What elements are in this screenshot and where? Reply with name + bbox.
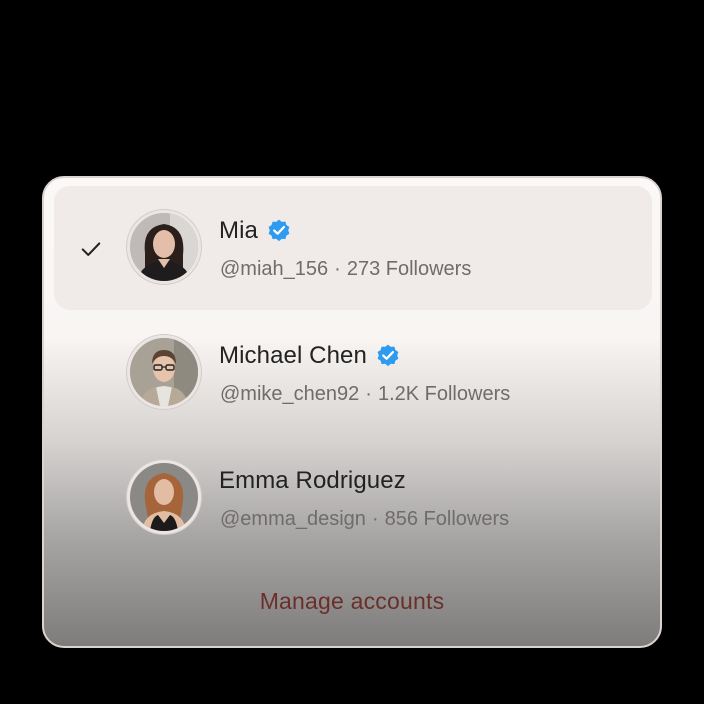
avatar-photo-emma-icon (130, 463, 198, 531)
account-name: Emma Rodriguez (219, 467, 406, 494)
follower-count: 273 Followers (346, 258, 472, 280)
account-row-emma-rodriguez[interactable]: Emma Rodriguez @emma_design · 856 Follower… (54, 436, 652, 560)
account-meta: @mike_chen92 · 1.2K Followers (220, 383, 510, 406)
verified-badge-icon (268, 219, 290, 242)
follower-count: 1.2K Followers (377, 383, 511, 405)
avatar-photo-michael-icon (130, 338, 198, 406)
account-handle: @emma_design (220, 508, 366, 530)
account-name: Michael Chen (219, 342, 367, 369)
account-handle: @miah_156 (220, 258, 329, 280)
account-row-mia[interactable]: Mia @miah_156 · 273 Followers (54, 186, 652, 310)
avatar (127, 335, 201, 409)
avatar (127, 210, 201, 284)
account-name-line: Emma Rodriguez (219, 465, 406, 497)
account-meta: @emma_design · 856 Followers (220, 508, 509, 531)
account-name: Mia (219, 217, 258, 244)
account-meta: @miah_156 · 273 Followers (220, 258, 471, 281)
follower-count: 856 Followers (384, 508, 510, 530)
account-name-line: Mia (219, 215, 292, 247)
account-row-michael-chen[interactable]: Michael Chen @mike_chen92 · 1.2K Followers (54, 311, 652, 435)
meta-separator: · (371, 508, 379, 530)
manage-accounts-link[interactable]: Manage accounts (44, 588, 660, 615)
account-handle: @mike_chen92 (220, 383, 360, 405)
meta-separator: · (334, 258, 341, 280)
screen: Mia @miah_156 · 273 Followers Michael Ch… (0, 0, 704, 704)
account-name-line: Michael Chen (219, 340, 401, 372)
account-switcher-menu: Mia @miah_156 · 273 Followers Michael Ch… (42, 176, 662, 648)
verified-badge-icon (377, 344, 399, 367)
avatar (127, 460, 201, 534)
checkmark-icon (81, 242, 101, 256)
meta-separator: · (365, 383, 372, 405)
avatar-photo-mia-icon (130, 213, 198, 281)
